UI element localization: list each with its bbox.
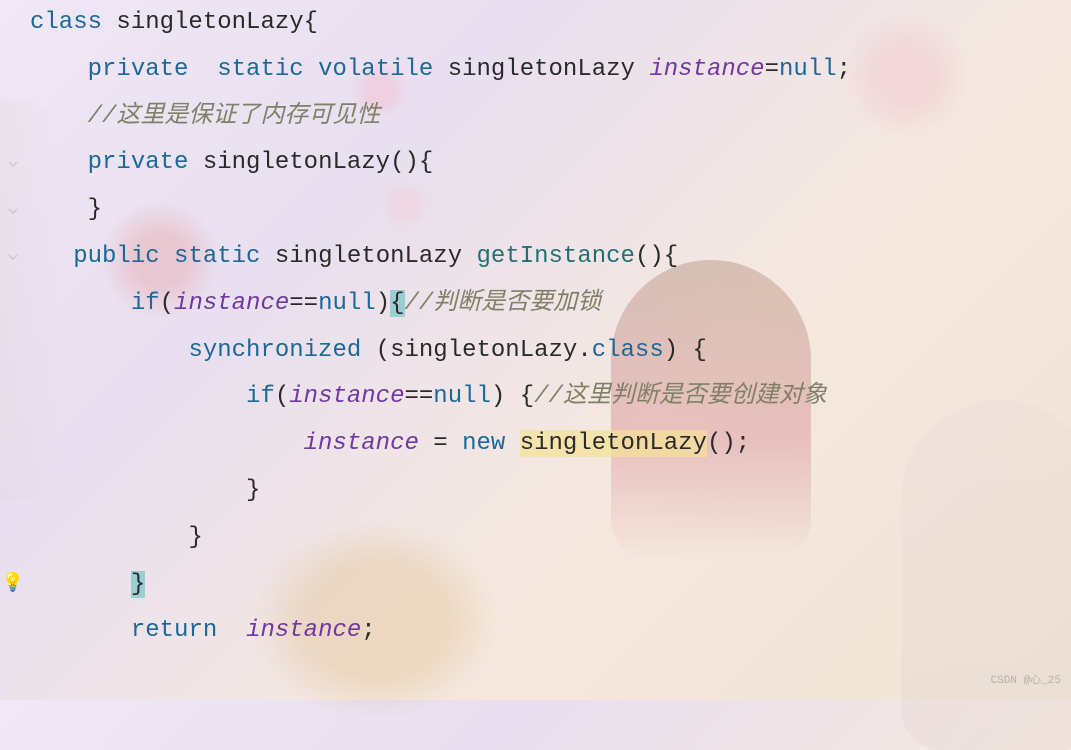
variable: instance — [649, 56, 764, 83]
keyword-static: static — [174, 243, 260, 270]
variable: instance — [174, 290, 289, 317]
keyword-new: new — [462, 430, 505, 457]
variable: instance — [246, 617, 361, 644]
comment: //这里是保证了内存可见性 — [88, 103, 381, 130]
constructor-name: singletonLazy — [203, 149, 390, 176]
keyword-static: static — [217, 56, 303, 83]
brace: } — [88, 196, 102, 223]
fold-icon[interactable] — [0, 234, 26, 281]
type-name: singletonLazy — [390, 337, 577, 364]
null-literal: null — [779, 56, 837, 83]
class-name: singletonLazy — [116, 9, 303, 36]
keyword-volatile: volatile — [318, 56, 433, 83]
comment: //这里判断是否要创建对象 — [534, 383, 827, 410]
bulb-icon[interactable]: 💡 — [0, 562, 26, 609]
keyword-if: if — [131, 290, 160, 317]
type-name: singletonLazy — [448, 56, 635, 83]
null-literal: null — [433, 383, 491, 410]
brace: { — [304, 9, 318, 36]
return-type: singletonLazy — [275, 243, 462, 270]
watermark: CSDN @心_25 — [991, 671, 1061, 692]
keyword-if: if — [246, 383, 275, 410]
comment: //判断是否要加锁 — [405, 290, 602, 317]
keyword-class: class — [592, 337, 664, 364]
code-editor-content[interactable]: class singletonLazy{ private static vola… — [30, 0, 1071, 655]
brace: } — [246, 477, 260, 504]
fold-icon[interactable] — [0, 187, 26, 234]
method-name: getInstance — [477, 243, 635, 270]
fold-icon[interactable] — [0, 140, 26, 187]
editor-gutter: 💡 — [0, 0, 26, 700]
variable: instance — [289, 383, 404, 410]
keyword-class: class — [30, 9, 102, 36]
keyword-private: private — [88, 149, 189, 176]
keyword-synchronized: synchronized — [188, 337, 361, 364]
keyword-public: public — [73, 243, 159, 270]
brace: } — [188, 524, 202, 551]
brace-highlight: } — [131, 571, 145, 598]
keyword-return: return — [131, 617, 217, 644]
brace-highlight: { — [390, 290, 404, 317]
keyword-private: private — [88, 56, 189, 83]
constructor-highlight: singletonLazy — [520, 430, 707, 457]
variable: instance — [304, 430, 419, 457]
null-literal: null — [318, 290, 376, 317]
